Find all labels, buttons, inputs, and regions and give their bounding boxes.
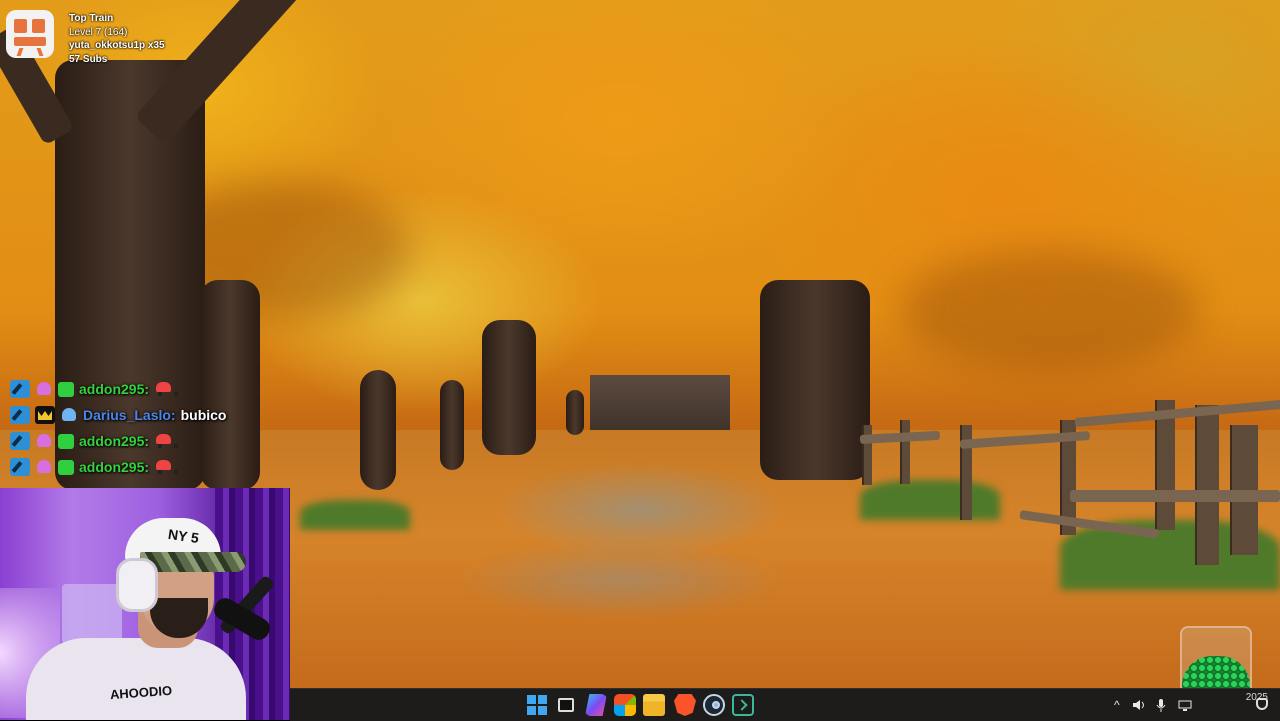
microphone-icon[interactable] (1156, 689, 1166, 721)
car-emote-icon (154, 380, 179, 398)
tray-overflow-chevron-icon[interactable]: ^ (1114, 689, 1120, 721)
webcam-feed: AHOODIO NY 5 (0, 488, 290, 720)
train-info: Top Train Level 7 (164) yuta_okkotsu1p x… (69, 12, 165, 66)
volume-icon[interactable] (1132, 689, 1146, 721)
mod-icon (10, 458, 30, 476)
mod-icon (10, 406, 30, 424)
chat-message: addon295: (10, 376, 300, 402)
brave-browser-icon[interactable] (674, 694, 696, 716)
car-emote-icon (154, 432, 179, 450)
sub-icon (58, 459, 74, 475)
train-level: Level 7 (164) (69, 26, 128, 38)
alien-icon (35, 458, 53, 476)
streamer-shirt (26, 638, 246, 720)
copilot-icon[interactable] (585, 694, 607, 716)
sub-icon (58, 381, 74, 397)
crown-icon (35, 406, 55, 424)
alien-icon (35, 432, 53, 450)
barn (590, 375, 730, 437)
headphones (116, 558, 158, 612)
alien-icon (35, 380, 53, 398)
chat-overlay: addon295: Darius_Laslo: bubico addon295:… (10, 376, 300, 480)
terminal-icon[interactable] (732, 694, 754, 716)
file-explorer-icon[interactable] (643, 694, 665, 716)
chat-username: addon295: (79, 459, 150, 475)
car-emote-icon (154, 458, 179, 476)
chat-username: addon295: (79, 433, 150, 449)
network-icon[interactable] (1178, 689, 1192, 721)
task-view-icon[interactable] (555, 694, 577, 716)
mod-icon (10, 432, 30, 450)
chat-username: Darius_Laslo: (83, 407, 176, 423)
train-icon (6, 10, 54, 58)
chat-username: addon295: (79, 381, 150, 397)
alien-icon (60, 406, 78, 424)
steam-icon[interactable] (703, 694, 725, 716)
chat-message: addon295: (10, 428, 300, 454)
train-subs: 57 Subs (69, 53, 108, 65)
train-title: Top Train (69, 13, 114, 24)
train-top-user: yuta_okkotsu1p x35 (69, 40, 165, 51)
mod-icon (10, 380, 30, 398)
tree-trunk (760, 280, 870, 480)
store-icon[interactable] (614, 694, 636, 716)
sub-icon (58, 433, 74, 449)
chat-text: bubico (180, 407, 227, 423)
chat-message: addon295: (10, 454, 300, 480)
notification-bell-icon[interactable] (1256, 698, 1268, 710)
taskbar: ^ 2025 (290, 688, 1280, 721)
start-icon[interactable] (526, 694, 548, 716)
chat-message: Darius_Laslo: bubico (10, 402, 300, 428)
